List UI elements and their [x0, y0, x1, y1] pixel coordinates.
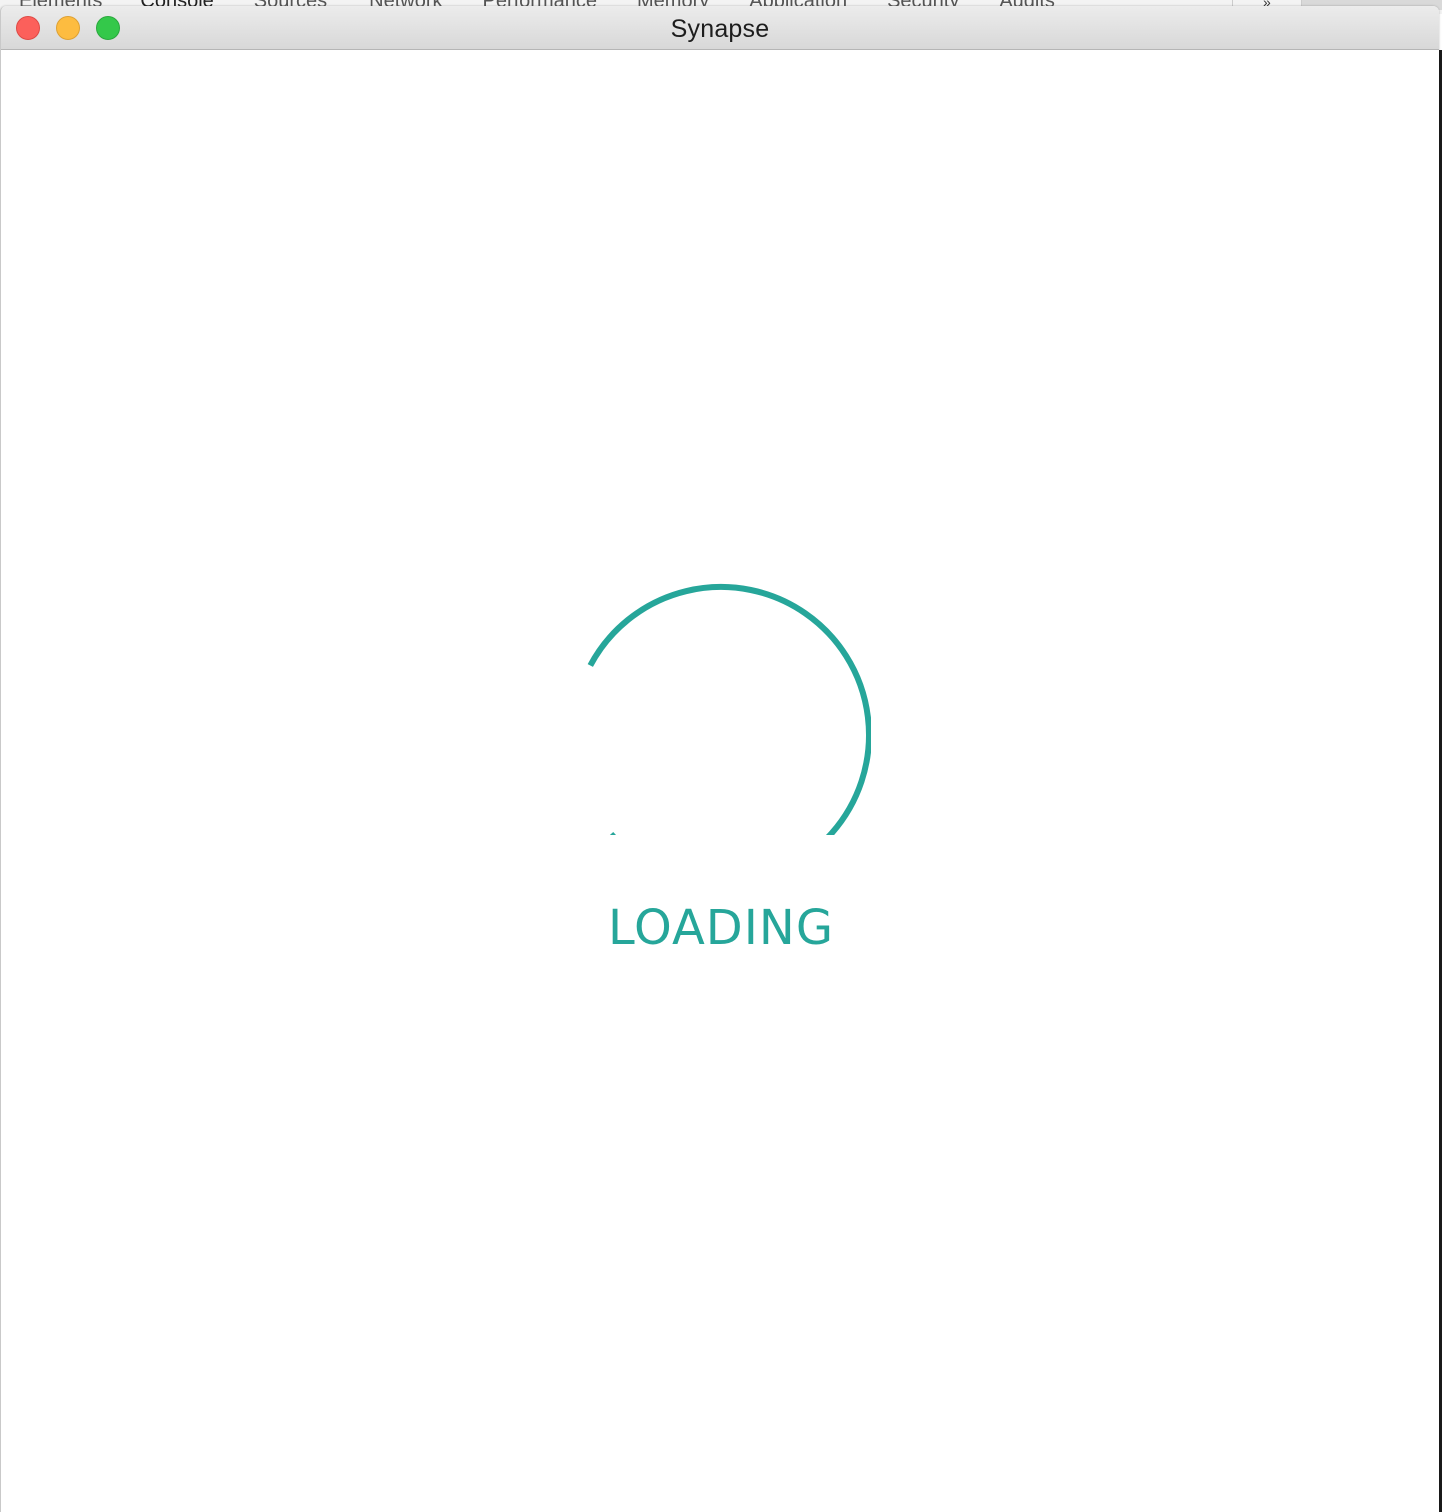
window-title: Synapse [670, 15, 770, 43]
loading-label: LOADING [607, 900, 835, 956]
title-bar[interactable]: Synapse [1, 6, 1439, 50]
app-window: Synapse LOADING [0, 6, 1439, 1512]
spinner-arc [587, 583, 871, 835]
loading-spinner-icon [587, 583, 871, 835]
loading-screen: LOADING [1, 50, 1439, 1512]
